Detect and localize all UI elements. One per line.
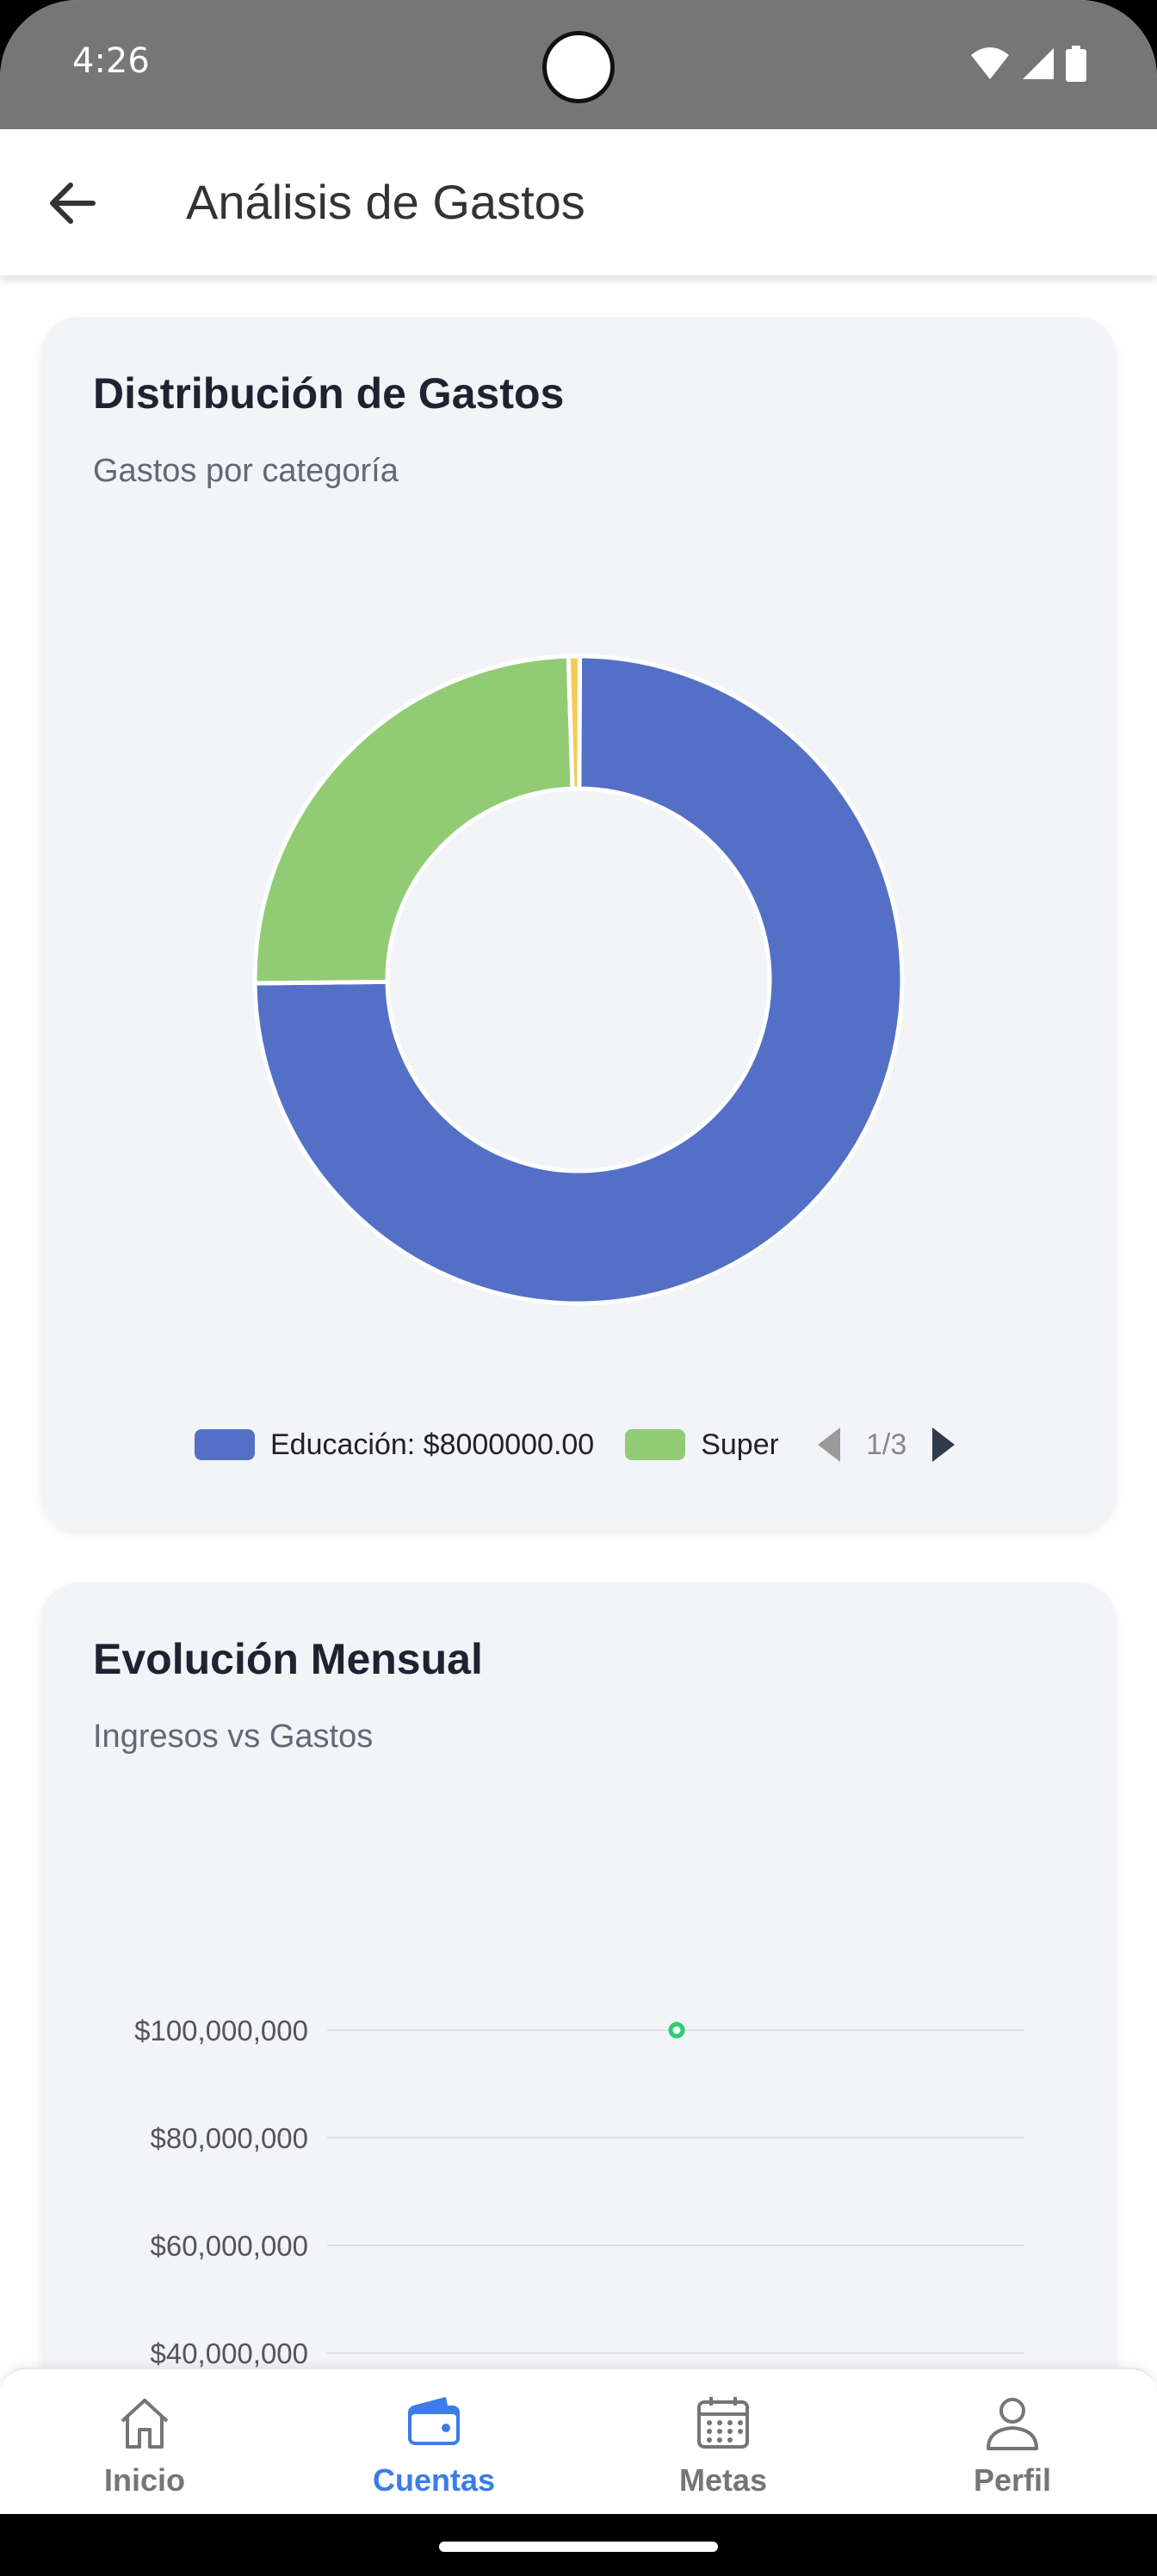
status-time: 4:26 — [72, 41, 150, 81]
battery-icon — [1066, 46, 1086, 82]
nav-item-perfil[interactable]: Perfil — [868, 2369, 1157, 2516]
y-tick-label-1: $80,000,000 — [150, 2122, 308, 2154]
legend-label-super[interactable]: Super — [701, 1428, 778, 1462]
legend-swatch-super — [625, 1429, 686, 1460]
evolution-subtitle: Ingresos vs Gastos — [93, 1718, 374, 1755]
person-icon — [987, 2398, 1038, 2450]
donut-slice-1[interactable] — [252, 653, 575, 986]
line-chart: $100,000,000 $80,000,000 $60,000,000 $40,00… — [134, 2015, 1024, 2368]
legend-label-educacion[interactable]: Educación: $8000000.00 — [270, 1428, 594, 1462]
page-title: Análisis de Gastos — [186, 175, 585, 229]
donut-chart — [252, 653, 905, 1306]
distribution-subtitle: Gastos por categoría — [93, 453, 399, 489]
y-tick-label-2: $60,000,000 — [150, 2230, 308, 2262]
pager-next-icon[interactable] — [931, 1426, 956, 1464]
pager-prev-icon[interactable] — [816, 1426, 842, 1464]
status-icons — [969, 45, 1086, 83]
nav-label-perfil: Perfil — [973, 2462, 1052, 2498]
wifi-icon — [971, 47, 1009, 79]
y-tick-label-0: $100,000,000 — [134, 2015, 308, 2047]
calendar-icon — [697, 2397, 749, 2449]
pager-count: 1/3 — [866, 1427, 907, 1461]
back-button[interactable] — [41, 172, 103, 234]
chart-legend: Educación: $8000000.00 Super — [195, 1427, 778, 1462]
evolution-card: Evolución Mensual Ingresos vs Gastos $10… — [41, 1582, 1116, 2368]
series-0-point-0[interactable] — [668, 2022, 685, 2039]
signal-icon — [1023, 48, 1054, 79]
nav-label-inicio: Inicio — [103, 2462, 185, 2498]
gesture-handle[interactable] — [439, 2542, 718, 2552]
legend-pager: 1/3 — [816, 1427, 956, 1462]
distribution-card: Distribución de Gastos Gastos por catego… — [41, 317, 1116, 1531]
nav-item-inicio[interactable]: Inicio — [0, 2369, 289, 2516]
home-icon — [121, 2399, 169, 2449]
distribution-title: Distribución de Gastos — [93, 369, 565, 418]
arrow-back-icon — [50, 183, 96, 224]
evolution-title: Evolución Mensual — [93, 1635, 483, 1683]
bottom-navigation: Inicio Cuentas Metas Perfil — [0, 2368, 1157, 2514]
front-camera — [542, 31, 615, 103]
scroll-content[interactable]: Distribución de Gastos Gastos por catego… — [0, 276, 1157, 2368]
nav-item-cuentas[interactable]: Cuentas — [289, 2369, 578, 2516]
donut-slice-2[interactable] — [566, 653, 583, 791]
legend-swatch-educacion — [195, 1429, 255, 1460]
wallet-icon — [408, 2397, 460, 2445]
app-bar: Análisis de Gastos — [0, 129, 1157, 276]
nav-label-cuentas: Cuentas — [372, 2462, 496, 2498]
status-bar: 4:26 — [0, 0, 1157, 129]
nav-item-metas[interactable]: Metas — [578, 2369, 868, 2516]
phone-screen: 4:26 Análisis de Gastos Distribución de … — [0, 0, 1157, 2576]
nav-label-metas: Metas — [678, 2462, 768, 2498]
gesture-bar — [0, 2514, 1157, 2576]
y-tick-label-3: $40,000,000 — [150, 2338, 308, 2368]
